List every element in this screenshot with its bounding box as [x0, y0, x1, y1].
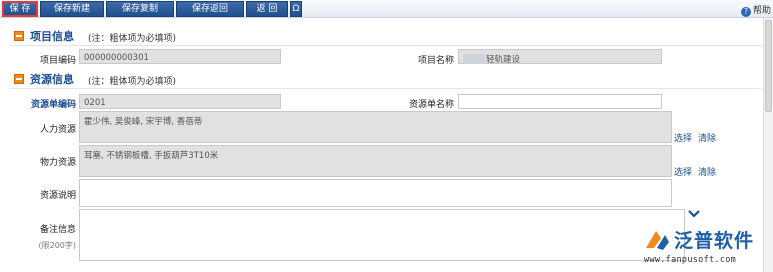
- project-section-header: 项目信息 (注：粗体项为必填项): [0, 27, 762, 44]
- project-code-label: 项目编码: [39, 56, 76, 66]
- save-new-button[interactable]: 保存新建: [40, 1, 104, 17]
- fanpusoft-logo-icon: [646, 231, 669, 250]
- material-resource-field: 耳塞, 不锈钢板槽, 手扳葫芦3T10米: [79, 145, 672, 177]
- remark-textarea[interactable]: [79, 209, 685, 261]
- material-select-link[interactable]: 选择: [674, 165, 692, 178]
- resource-code-label: 资源单编码: [30, 100, 76, 110]
- chevron-down-icon[interactable]: [688, 209, 700, 219]
- project-section-title: 项目信息: [30, 30, 74, 43]
- help-icon: ?: [740, 7, 751, 17]
- remark-limit: (限200字): [38, 241, 76, 250]
- collapse-icon[interactable]: [14, 31, 24, 41]
- resource-section-title: 资源信息: [30, 73, 74, 86]
- scrollbar-thumb[interactable]: [765, 20, 772, 112]
- project-section-note: (注：粗体项为必填项): [88, 34, 177, 44]
- project-code-field: 000000000301: [79, 49, 281, 64]
- redacted-mark: [463, 54, 485, 64]
- fanpusoft-watermark: 泛普软件 www.fanpusoft.com: [640, 226, 762, 270]
- brand-url: www.fanpusoft.com: [644, 255, 737, 265]
- divider: [10, 88, 762, 89]
- project-name-label: 项目名称: [417, 56, 454, 66]
- help-label: 帮助: [752, 6, 771, 16]
- material-clear-link[interactable]: 清除: [698, 165, 716, 178]
- omega-button[interactable]: Ω: [290, 1, 302, 17]
- resource-desc-label: 资源说明: [39, 191, 76, 201]
- resource-section-header: 资源信息 (注：粗体项为必填项): [0, 70, 762, 87]
- brand-text: 泛普软件: [674, 230, 755, 252]
- save-copy-button[interactable]: 保存复制: [106, 1, 174, 17]
- vertical-scrollbar[interactable]: [763, 18, 773, 272]
- resource-code-field: 0201: [79, 94, 281, 109]
- remark-label-text: 备注信息: [39, 225, 76, 235]
- project-name-value: 轻轨建设: [486, 55, 521, 65]
- resource-name-input[interactable]: [458, 94, 662, 109]
- project-name-field: 轻轨建设: [458, 49, 662, 65]
- help-link[interactable]: ? 帮助: [740, 3, 771, 17]
- resource-desc-textarea[interactable]: [79, 179, 672, 207]
- save-return-button[interactable]: 保存返回: [176, 1, 244, 17]
- human-clear-link[interactable]: 清除: [698, 131, 716, 144]
- collapse-icon[interactable]: [14, 74, 24, 84]
- toolbar: 保 存 保存新建 保存复制 保存返回 返 回 Ω ? 帮助: [0, 0, 773, 18]
- human-select-link[interactable]: 选择: [674, 131, 692, 144]
- divider: [10, 45, 762, 46]
- save-button[interactable]: 保 存: [2, 1, 38, 17]
- remark-label: 备注信息 (限200字): [20, 222, 76, 251]
- resource-name-label: 资源单名称: [408, 100, 454, 110]
- back-button[interactable]: 返 回: [246, 1, 288, 17]
- material-resource-label: 物力资源: [39, 158, 76, 168]
- human-resource-label: 人力资源: [39, 125, 76, 135]
- resource-section-note: (注：粗体项为必填项): [88, 77, 177, 87]
- human-resource-field: 霍少伟, 吴俊峰, 宋宇博, 香蓓蒂: [79, 111, 672, 143]
